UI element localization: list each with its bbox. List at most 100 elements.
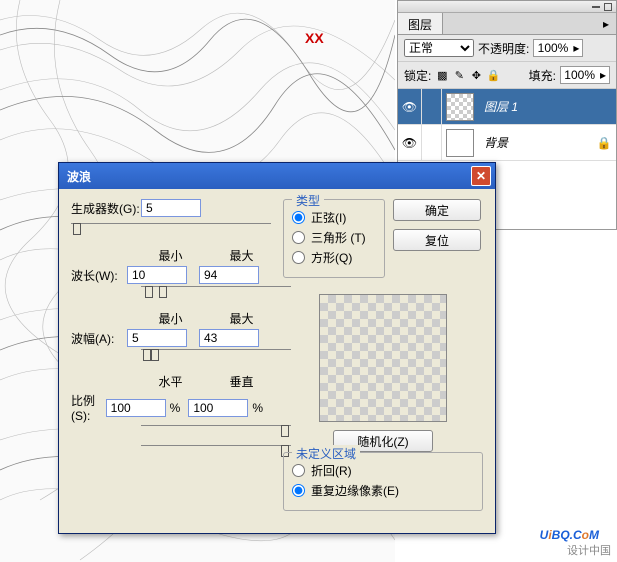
watermark-secondary: 设计中国	[567, 542, 611, 558]
layer-thumbnail[interactable]	[446, 129, 474, 157]
wavelength-min-input[interactable]	[127, 266, 187, 284]
generators-row: 生成器数(G):	[71, 199, 271, 217]
type-group: 类型 正弦(I) 三角形 (T) 方形(Q)	[283, 199, 385, 278]
amplitude-min-input[interactable]	[127, 329, 187, 347]
wavelength-row: 波长(W):	[71, 266, 271, 284]
wavelength-label: 波长(W):	[71, 267, 127, 284]
wrap-row[interactable]: 折回(R)	[292, 462, 474, 479]
lock-transparency-icon[interactable]: ▩	[435, 68, 449, 82]
repeat-edge-radio[interactable]	[292, 484, 305, 497]
wrap-label: 折回(R)	[311, 462, 352, 479]
type-triangle-radio[interactable]	[292, 231, 305, 244]
dialog-right-column: 类型 正弦(I) 三角形 (T) 方形(Q) 确定	[283, 199, 483, 519]
blend-opacity-row: 正常 不透明度: ▸	[398, 35, 616, 62]
generators-slider[interactable]	[71, 223, 271, 237]
slider-handle[interactable]	[281, 425, 289, 437]
lock-brush-icon[interactable]: ✎	[452, 68, 466, 82]
panel-menu-icon[interactable]: ▸	[596, 13, 616, 34]
link-col	[422, 89, 442, 124]
slider-handle-min[interactable]	[143, 349, 151, 361]
layer-item[interactable]: 👁 背景 🔒	[398, 125, 616, 161]
blend-mode-select[interactable]: 正常	[404, 39, 474, 57]
scale-label: 比例(S):	[71, 392, 106, 423]
slider-handle-max[interactable]	[159, 286, 167, 298]
scale-row: 比例(S): % %	[71, 392, 271, 423]
repeat-edge-label: 重复边缘像素(E)	[311, 482, 399, 499]
type-square-row[interactable]: 方形(Q)	[292, 249, 376, 266]
type-square-label: 方形(Q)	[311, 249, 352, 266]
scale-vert-input[interactable]	[188, 399, 248, 417]
opacity-arrow-icon[interactable]: ▸	[570, 40, 582, 56]
wavelength-max-input[interactable]	[199, 266, 259, 284]
lock-fill-row: 锁定: ▩ ✎ ✥ 🔒 填充: ▸	[398, 62, 616, 89]
dialog-title: 波浪	[67, 168, 471, 185]
min-label: 最小	[141, 310, 200, 327]
reset-button[interactable]: 复位	[393, 229, 481, 251]
dialog-body: 生成器数(G): 最小 最大 波长(W): 最小	[59, 189, 495, 533]
link-col	[422, 125, 442, 160]
generators-label: 生成器数(G):	[71, 200, 141, 217]
lock-all-icon[interactable]: 🔒	[486, 68, 500, 82]
visibility-eye-icon[interactable]: 👁	[398, 125, 422, 160]
repeat-edge-row[interactable]: 重复边缘像素(E)	[292, 482, 474, 499]
tab-layers[interactable]: 图层	[398, 13, 443, 34]
panel-window-controls	[398, 1, 616, 13]
ok-button[interactable]: 确定	[393, 199, 481, 221]
lock-buttons: ▩ ✎ ✥ 🔒	[435, 68, 500, 82]
watermark: UiBQ.CoM	[540, 523, 599, 544]
layer-name[interactable]: 背景	[478, 134, 592, 151]
fill-arrow-icon[interactable]: ▸	[597, 67, 609, 83]
percent-unit: %	[170, 401, 181, 415]
generators-input[interactable]	[141, 199, 201, 217]
maximize-icon[interactable]	[604, 3, 612, 11]
type-triangle-label: 三角形 (T)	[311, 229, 366, 246]
undefined-legend: 未定义区域	[292, 445, 360, 462]
max-label: 最大	[212, 310, 271, 327]
min-label: 最小	[141, 247, 200, 264]
slider-handle-max[interactable]	[151, 349, 159, 361]
type-sine-radio[interactable]	[292, 211, 305, 224]
lock-move-icon[interactable]: ✥	[469, 68, 483, 82]
minimize-icon[interactable]	[592, 6, 600, 8]
percent-unit: %	[252, 401, 263, 415]
wrap-radio[interactable]	[292, 464, 305, 477]
preview-thumbnail	[319, 294, 447, 422]
amplitude-header: 最小 最大	[141, 310, 271, 327]
fill-input[interactable]	[561, 68, 597, 82]
xx-annotation: XX	[305, 30, 324, 46]
type-sine-label: 正弦(I)	[311, 209, 346, 226]
lock-label: 锁定:	[404, 67, 431, 84]
slider-handle-min[interactable]	[145, 286, 153, 298]
amplitude-slider[interactable]	[141, 349, 291, 363]
dialog-titlebar[interactable]: 波浪 ✕	[59, 163, 495, 189]
layer-item[interactable]: 👁 图层 1	[398, 89, 616, 125]
slider-handle[interactable]	[73, 223, 81, 235]
vert-label: 垂直	[212, 373, 271, 390]
type-square-radio[interactable]	[292, 251, 305, 264]
fill-label: 填充:	[529, 67, 556, 84]
opacity-input[interactable]	[534, 41, 570, 55]
opacity-field[interactable]: ▸	[533, 39, 583, 57]
visibility-eye-icon[interactable]: 👁	[398, 89, 422, 124]
type-triangle-row[interactable]: 三角形 (T)	[292, 229, 376, 246]
scale-v-slider[interactable]	[141, 445, 291, 459]
amplitude-max-input[interactable]	[199, 329, 259, 347]
scale-h-slider[interactable]	[141, 425, 291, 439]
close-icon[interactable]: ✕	[471, 166, 491, 186]
wavelength-slider[interactable]	[141, 286, 291, 300]
layer-thumbnail[interactable]	[446, 93, 474, 121]
undefined-area-group: 未定义区域 折回(R) 重复边缘像素(E)	[283, 452, 483, 511]
type-sine-row[interactable]: 正弦(I)	[292, 209, 376, 226]
wavelength-header: 最小 最大	[141, 247, 271, 264]
horiz-label: 水平	[141, 373, 200, 390]
scale-horiz-input[interactable]	[106, 399, 166, 417]
layer-name[interactable]: 图层 1	[478, 98, 616, 115]
panel-tabs: 图层 ▸	[398, 13, 616, 35]
wave-dialog: 波浪 ✕ 生成器数(G): 最小 最大 波长(W):	[58, 162, 496, 534]
amplitude-row: 波幅(A):	[71, 329, 271, 347]
lock-icon: 🔒	[592, 136, 616, 150]
amplitude-label: 波幅(A):	[71, 330, 127, 347]
dialog-left-column: 生成器数(G): 最小 最大 波长(W): 最小	[71, 199, 271, 469]
fill-field[interactable]: ▸	[560, 66, 610, 84]
scale-header: 水平 垂直	[141, 373, 271, 390]
